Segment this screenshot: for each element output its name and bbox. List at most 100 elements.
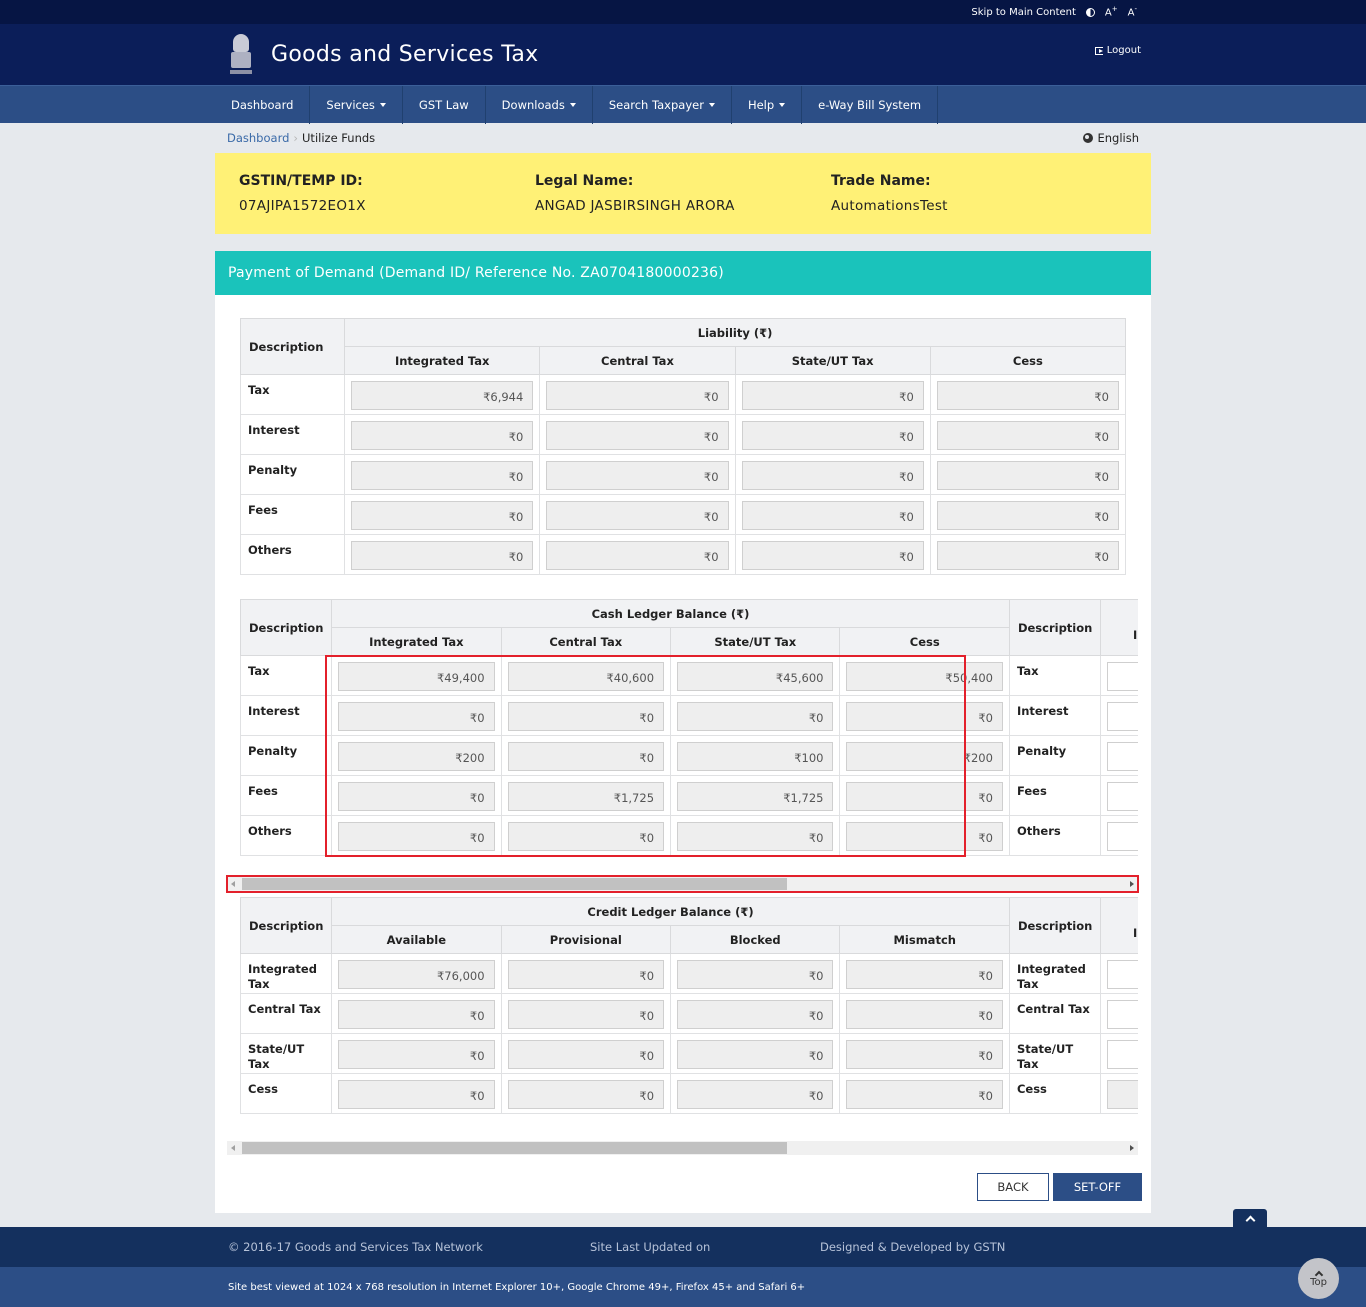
footer-copyright: © 2016-17 Goods and Services Tax Network [228, 1240, 483, 1254]
row-label: Integrated Tax [1008, 953, 1102, 994]
nav-item-dashboard[interactable]: Dashboard [215, 86, 311, 124]
table-cell [1100, 815, 1138, 856]
utilize-amount-input[interactable] [1107, 960, 1138, 989]
breadcrumb-current: Utilize Funds [302, 131, 376, 145]
table-cell: ₹50,400 [839, 655, 1010, 696]
row-label: Central Tax [1008, 993, 1102, 1034]
nav-item-label: Help [747, 98, 775, 112]
row-label: Others [1008, 815, 1102, 856]
utilize-amount-input[interactable] [1107, 782, 1138, 811]
caret-down-icon [708, 103, 715, 107]
readonly-amount-field: ₹0 [507, 822, 665, 851]
table-row: Others ₹0 ₹0 ₹0 ₹0 Others [240, 815, 1138, 856]
credit-ledger-horizontal-scrollbar[interactable] [227, 1141, 1138, 1155]
utilize-amount-input[interactable] [1107, 702, 1138, 731]
nav-item-e-way-bill-system[interactable]: e-Way Bill System [802, 86, 939, 124]
table-cell: ₹0 [929, 374, 1127, 415]
readonly-amount-field: ₹0 [507, 1000, 665, 1029]
cash-ledger-horizontal-scrollbar[interactable] [227, 877, 1138, 891]
utilize-amount-input[interactable] [1107, 822, 1138, 851]
table-row: Interest ₹0 ₹0 ₹0 ₹0 [239, 414, 1127, 455]
readonly-amount-field: ₹0 [507, 1040, 665, 1069]
column-header: Central Tax [500, 627, 672, 656]
credit-group-header: Credit Ledger Balance (₹) [331, 897, 1010, 926]
readonly-amount-field: ₹0 [546, 421, 729, 450]
main-nav: Dashboard Services GST Law Downloads Search … [0, 85, 1366, 124]
nav-item-search-taxpayer[interactable]: Search Taxpayer [593, 86, 732, 124]
scroll-left-arrow-icon[interactable] [231, 1145, 235, 1151]
row-label: Fees [239, 494, 346, 535]
liability-group-header: Liability (₹) [344, 318, 1126, 347]
utilize-amount-input[interactable] [1107, 742, 1138, 771]
readonly-amount-field: ₹0 [846, 822, 1003, 851]
row-label: Cess [240, 1073, 333, 1114]
caret-down-icon [569, 103, 576, 107]
readonly-amount-field: ₹0 [677, 702, 834, 731]
table-cell: ₹1,725 [670, 775, 841, 816]
skip-to-main-link[interactable]: Skip to Main Content [971, 7, 1075, 18]
utilize-amount-input[interactable] [1107, 662, 1138, 691]
nav-item-label: GST Law [418, 98, 469, 112]
readonly-amount-field: ₹0 [936, 461, 1119, 490]
scroll-right-arrow-icon[interactable] [1130, 1145, 1134, 1151]
row-label: State/UT Tax [240, 1033, 333, 1074]
liability-table: Description Liability (₹) Integrated Tax… [239, 318, 1127, 575]
table-cell: ₹0 [331, 695, 502, 736]
cash-description-header: Description [240, 599, 333, 656]
back-to-top-button[interactable]: Top [1298, 1258, 1339, 1299]
utilize-amount-input[interactable] [1107, 1000, 1138, 1029]
scrollbar-thumb[interactable] [242, 1142, 787, 1154]
table-row: Others ₹0 ₹0 ₹0 ₹0 [239, 534, 1127, 575]
readonly-amount-field: ₹0 [507, 1080, 665, 1109]
gstin-block: GSTIN/TEMP ID: 07AJIPA1572EO1X [239, 173, 535, 234]
nav-item-downloads[interactable]: Downloads [486, 86, 593, 124]
nav-item-gst-law[interactable]: GST Law [403, 86, 486, 124]
row-label: Interest [240, 695, 333, 736]
table-cell: ₹0 [670, 815, 841, 856]
column-header: Blocked [670, 925, 841, 954]
set-off-button[interactable]: SET-OFF [1053, 1173, 1142, 1201]
contrast-toggle-icon[interactable] [1085, 7, 1095, 17]
gstin-label: GSTIN/TEMP ID: [239, 173, 363, 189]
readonly-amount-field: ₹0 [546, 501, 729, 530]
table-cell: ₹0 [500, 815, 672, 856]
table-cell: ₹0 [331, 815, 502, 856]
nav-item-help[interactable]: Help [732, 86, 803, 124]
credit-ledger-scroll-area: Description Credit Ledger Balance (₹) De… [240, 897, 1138, 1121]
table-cell [1100, 655, 1138, 696]
readonly-amount-field: ₹0 [338, 822, 495, 851]
table-cell: ₹45,600 [670, 655, 841, 696]
table-row: Tax ₹49,400 ₹40,600 ₹45,600 ₹50,400 Tax [240, 655, 1138, 696]
nav-item-services[interactable]: Services [310, 86, 403, 124]
readonly-amount-field: ₹0 [546, 541, 729, 570]
logout-button[interactable]: Logout [1094, 45, 1141, 56]
readonly-amount-field: ₹0 [846, 960, 1003, 989]
table-cell: ₹0 [539, 374, 736, 415]
scroll-left-arrow-icon[interactable] [231, 881, 235, 887]
readonly-amount-field: ₹76,000 [338, 960, 495, 989]
scroll-right-arrow-icon[interactable] [1130, 881, 1134, 887]
language-selector[interactable]: English [1083, 131, 1139, 145]
font-decrease-button[interactable]: A- [1128, 5, 1137, 18]
table-cell: ₹0 [734, 374, 931, 415]
row-label: Tax [240, 655, 333, 696]
readonly-amount-field: ₹0 [507, 960, 665, 989]
legal-name-value: ANGAD JASBIRSINGH ARORA [535, 198, 735, 214]
legal-name-label: Legal Name: [535, 173, 634, 189]
readonly-amount-field: ₹49,400 [338, 662, 495, 691]
row-label: Fees [1008, 775, 1102, 816]
table-cell: ₹0 [670, 953, 841, 994]
table-cell: ₹0 [839, 695, 1010, 736]
scrollbar-thumb[interactable] [242, 878, 787, 890]
font-increase-button[interactable]: A+ [1105, 5, 1118, 18]
readonly-amount-field: ₹0 [351, 541, 534, 570]
scroll-up-tab[interactable] [1233, 1209, 1267, 1228]
chevron-up-icon [1245, 1215, 1255, 1226]
breadcrumb: Dashboard › Utilize Funds English [215, 123, 1151, 153]
table-cell: ₹0 [344, 534, 541, 575]
breadcrumb-dashboard-link[interactable]: Dashboard [227, 131, 289, 145]
column-header: Central Tax [539, 346, 736, 375]
trade-name-label: Trade Name: [831, 173, 931, 189]
utilize-amount-input[interactable] [1107, 1040, 1138, 1069]
back-button[interactable]: BACK [977, 1173, 1049, 1201]
